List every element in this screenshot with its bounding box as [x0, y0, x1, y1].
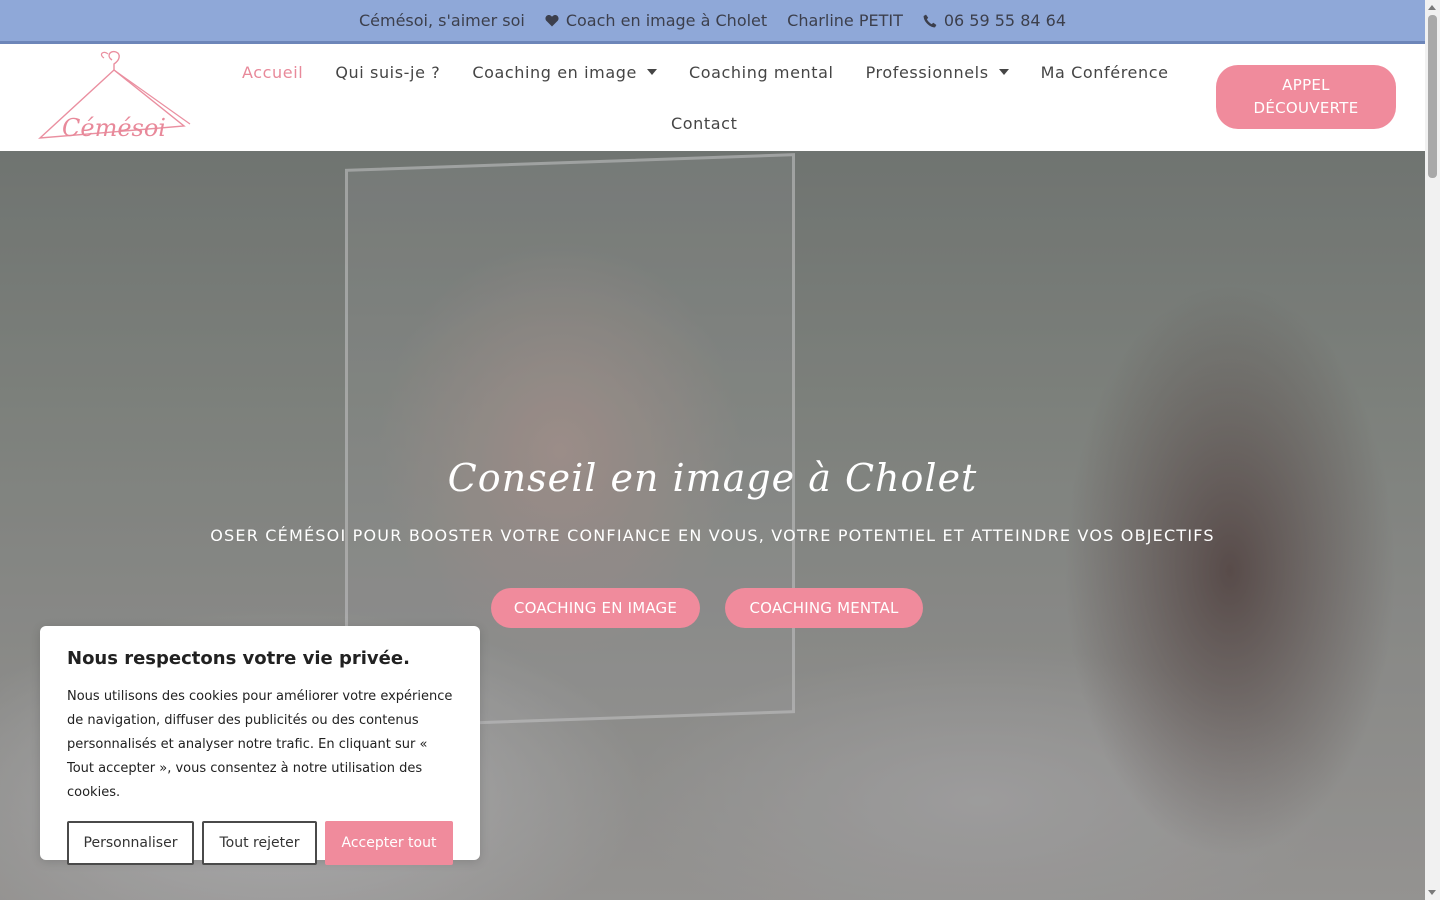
hero-subtitle: OSER CÉMÉSOI POUR BOOSTER VOTRE CONFIANC…	[210, 526, 1215, 545]
appel-decouverte-button[interactable]: APPEL DÉCOUVERTE	[1216, 65, 1396, 129]
topbar-name: Charline PETIT	[787, 11, 903, 30]
nav-item-coaching-mental[interactable]: Coaching mental	[673, 63, 850, 82]
coaching-en-image-button[interactable]: COACHING EN IMAGE	[491, 588, 700, 628]
reject-all-cookies-button[interactable]: Tout rejeter	[202, 821, 317, 865]
svg-text:Cémésoi: Cémésoi	[62, 114, 166, 142]
nav-item-coaching-en-image[interactable]: Coaching en image	[456, 63, 673, 82]
cookie-title: Nous respectons votre vie privée.	[67, 648, 410, 669]
accept-all-cookies-button[interactable]: Accepter tout	[325, 821, 453, 865]
caret-down-icon	[998, 69, 1009, 75]
cookie-consent-dialog: Nous respectons votre vie privée. Nous u…	[40, 626, 480, 865]
scrollbar-thumb[interactable]	[1428, 15, 1437, 178]
customize-cookies-button[interactable]: Personnaliser	[67, 821, 194, 865]
main-nav: Accueil Qui suis-je ? Coaching en image …	[226, 59, 1185, 85]
caret-down-icon	[646, 69, 657, 75]
topbar-tagline: Cémésoi, s'aimer soi	[358, 11, 525, 30]
phone-icon	[923, 14, 937, 27]
hanger-logo-icon: Cémésoi	[38, 50, 191, 142]
nav-item-professionnels[interactable]: Professionnels	[850, 63, 1025, 82]
nav-item-qui-suis-je[interactable]: Qui suis-je ?	[319, 63, 456, 82]
scroll-down-icon[interactable]	[1428, 890, 1436, 895]
cookie-body: Nous utilisons des cookies pour améliore…	[67, 689, 453, 800]
coaching-mental-button[interactable]: COACHING MENTAL	[725, 588, 923, 628]
nav-item-ma-conference[interactable]: Ma Conférence	[1025, 63, 1185, 82]
nav-item-contact[interactable]: Contact	[655, 114, 753, 133]
main-nav-row-2: Contact	[655, 110, 753, 136]
cookie-buttons: Personnaliser Tout rejeter Accepter tout	[67, 821, 453, 865]
page-scrollbar[interactable]	[1425, 0, 1440, 900]
topbar-phone[interactable]: 06 59 55 84 64	[923, 11, 1066, 30]
nav-item-accueil[interactable]: Accueil	[226, 63, 319, 82]
site-header: Cémésoi Accueil Qui suis-je ? Coaching e…	[0, 44, 1425, 151]
logo[interactable]: Cémésoi	[34, 48, 194, 146]
topbar-coach: Coach en image à Cholet	[545, 11, 767, 30]
top-info-bar: Cémésoi, s'aimer soi Coach en image à Ch…	[0, 0, 1425, 44]
heart-icon	[545, 14, 559, 27]
scroll-up-icon[interactable]	[1428, 5, 1436, 10]
hero-title: Conseil en image à Cholet	[447, 456, 978, 500]
